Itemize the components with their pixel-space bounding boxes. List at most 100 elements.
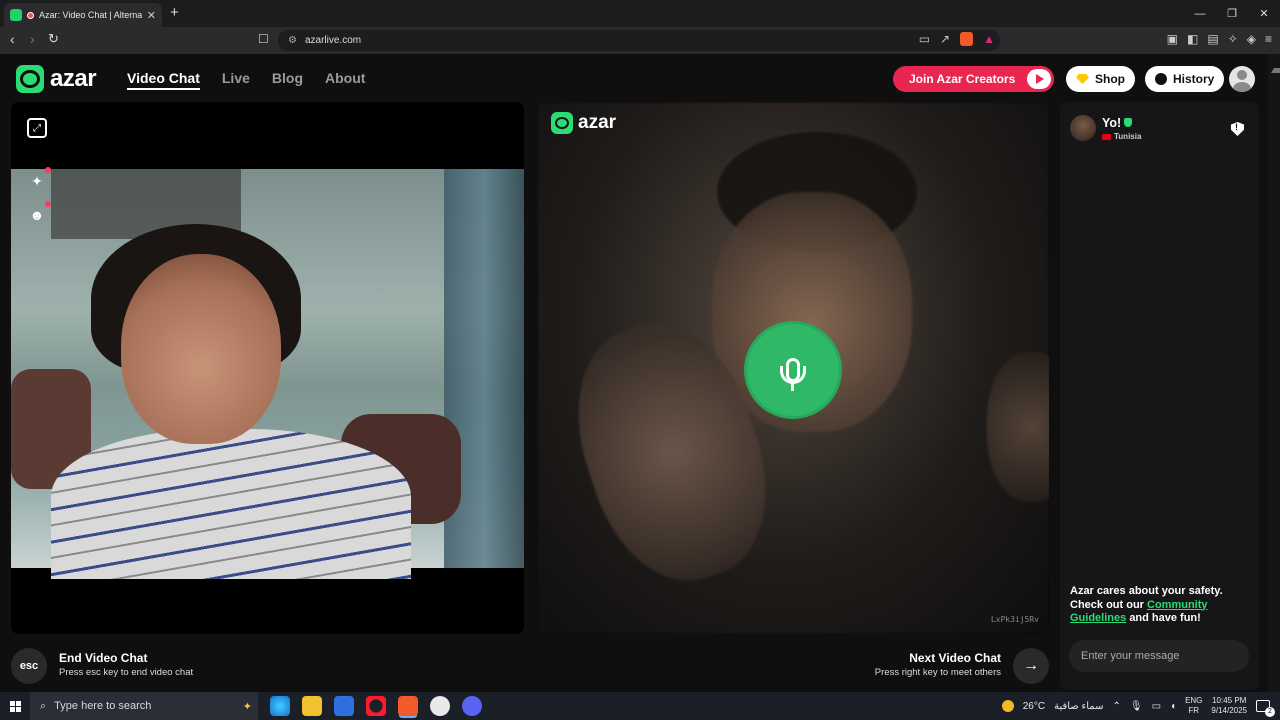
verified-badge-icon: [1124, 118, 1133, 127]
next-chat-title: Next Video Chat: [909, 651, 1001, 665]
report-shield-icon[interactable]: [1231, 122, 1244, 136]
local-camera-feed: [11, 169, 524, 579]
effects-sparkle-icon[interactable]: ✦: [26, 167, 51, 192]
cast-icon[interactable]: ▭: [919, 32, 930, 46]
end-chat-button[interactable]: esc: [11, 648, 47, 684]
nav-about[interactable]: About: [325, 70, 365, 90]
azar-page: azar Video Chat Live Blog About Join Aza…: [0, 54, 1280, 692]
tunisia-flag-icon: [1102, 133, 1111, 140]
azar-logo-text: azar: [50, 65, 97, 92]
menu-icon[interactable]: ≡: [1265, 32, 1272, 46]
chat-panel: Yo! Tunisia Azar cares about your safety…: [1060, 102, 1259, 690]
back-arrow-icon[interactable]: ‹: [10, 31, 15, 47]
weather-moon-icon: [1001, 700, 1014, 712]
language-indicator[interactable]: ENG FR: [1185, 696, 1202, 716]
peer-name-text: Yo!: [1102, 116, 1122, 130]
nav-blog[interactable]: Blog: [272, 70, 303, 90]
temperature: 26°C: [1022, 700, 1046, 712]
brave-rewards-icon[interactable]: ▲: [983, 32, 995, 46]
join-creators-label: Join Azar Creators: [909, 72, 1016, 86]
brave-shields-icon[interactable]: [960, 32, 974, 46]
taskbar-clock[interactable]: 10:45 PM 9/14/2025: [1211, 696, 1247, 716]
search-icon: ⌕: [40, 699, 47, 712]
azar-favicon-icon: [10, 9, 22, 21]
remote-azar-logo: azar: [551, 112, 616, 134]
windows-taskbar: ⌕ Type here to search ✦ 26°C سماء صافية …: [0, 692, 1280, 720]
browser-right-actions: ▣ ◧ ▤ ✧ ◈ ≡: [1167, 32, 1272, 46]
new-tab-button[interactable]: +: [170, 4, 179, 21]
sticker-face-icon[interactable]: ☻: [26, 201, 51, 226]
brave-taskbar-icon[interactable]: [398, 696, 418, 716]
azar-logo[interactable]: azar: [16, 65, 97, 93]
taskbar-search[interactable]: ⌕ Type here to search ✦: [30, 692, 258, 720]
shop-button[interactable]: Shop: [1066, 66, 1135, 92]
taskbar-apps: [270, 696, 482, 716]
site-info-icon[interactable]: ⚙: [288, 35, 297, 46]
chat-controls: esc End Video Chat Press esc key to end …: [0, 640, 1060, 690]
history-label: History: [1173, 72, 1215, 86]
network-icon[interactable]: ▭: [1152, 701, 1161, 712]
address-bar[interactable]: ⚙ azarlive.com: [278, 30, 1000, 51]
chevron-up-icon[interactable]: ⌃: [1112, 701, 1120, 712]
history-button[interactable]: History: [1145, 66, 1225, 92]
opera-icon[interactable]: [366, 696, 386, 716]
clock-icon: [1155, 73, 1167, 85]
leo-ai-icon[interactable]: ✧: [1228, 32, 1238, 46]
shop-label: Shop: [1095, 72, 1125, 86]
edge-icon[interactable]: [270, 696, 290, 716]
next-chat-button[interactable]: →: [1013, 648, 1049, 684]
azar-logo-icon: [16, 65, 44, 93]
taskbar-search-placeholder: Type here to search: [54, 700, 152, 712]
language-top: ENG: [1185, 696, 1203, 705]
discord-icon[interactable]: [462, 696, 482, 716]
peer-country: Tunisia: [1102, 132, 1141, 141]
page-scrollbar[interactable]: [1268, 54, 1280, 692]
peer-avatar[interactable]: [1070, 115, 1096, 141]
volume-icon[interactable]: ◖: [1170, 701, 1176, 712]
close-window-button[interactable]: ✕: [1248, 0, 1280, 27]
nav-video-chat[interactable]: Video Chat: [127, 70, 200, 90]
main-nav: Video Chat Live Blog About: [127, 70, 365, 90]
join-creators-button[interactable]: Join Azar Creators: [893, 66, 1054, 92]
safety-line-3: and have fun!: [1129, 612, 1201, 624]
peer-name: Yo!: [1102, 116, 1133, 130]
vpn-icon[interactable]: ◈: [1247, 32, 1256, 46]
next-chat-hint: Press right key to meet others: [874, 667, 1001, 678]
reload-icon[interactable]: ↻: [48, 31, 59, 47]
profile-avatar[interactable]: [1229, 66, 1255, 92]
forward-arrow-icon[interactable]: ›: [30, 31, 35, 47]
wallet-icon[interactable]: ▤: [1207, 32, 1218, 46]
browser-toolbar: ‹ › ↻ ☐ ⚙ azarlive.com ▭ ↗ ▲ ▣ ◧ ▤ ✧ ◈ ≡: [0, 27, 1280, 54]
microphone-tray-icon[interactable]: 🎙: [1130, 701, 1143, 712]
window-controls: — ❐ ✕: [1184, 0, 1280, 27]
clock-date: 9/14/2025: [1211, 706, 1247, 715]
share-icon[interactable]: ↗: [940, 32, 950, 46]
expand-icon[interactable]: ⤢: [27, 118, 47, 138]
notification-center-icon[interactable]: 2: [1256, 700, 1275, 717]
safety-line-2: Check out our: [1070, 598, 1144, 611]
store-icon[interactable]: [334, 696, 354, 716]
bookmark-icon[interactable]: ☐: [258, 32, 269, 46]
weather-text: سماء صافية: [1054, 700, 1104, 712]
system-tray: 26°C سماء صافية ⌃ 🎙 ▭ ◖ ENG FR 10:45 PM …: [1001, 692, 1280, 720]
extensions-icon[interactable]: ▣: [1167, 32, 1178, 46]
file-explorer-icon[interactable]: [302, 696, 322, 716]
start-button[interactable]: [0, 692, 30, 720]
maximize-button[interactable]: ❐: [1216, 0, 1248, 27]
peer-country-text: Tunisia: [1114, 132, 1142, 141]
chrome-icon[interactable]: [430, 696, 450, 716]
minimize-button[interactable]: —: [1184, 0, 1216, 27]
end-chat-hint: Press esc key to end video chat: [59, 667, 194, 678]
tab-close-icon[interactable]: ✕: [147, 9, 156, 22]
remote-video-panel: azar LxPk3ij5Rv: [537, 102, 1049, 634]
url-text: azarlive.com: [304, 35, 362, 46]
nav-live[interactable]: Live: [222, 70, 250, 90]
language-bottom: FR: [1188, 706, 1200, 715]
tab-title: Azar: Video Chat | Alternative: [39, 10, 142, 20]
message-input[interactable]: [1069, 640, 1249, 672]
notification-count: 2: [1265, 707, 1275, 717]
microphone-button[interactable]: [747, 324, 839, 416]
browser-tab[interactable]: Azar: Video Chat | Alternative ✕: [4, 3, 162, 27]
sidebar-icon[interactable]: ◧: [1187, 32, 1198, 46]
local-video-panel: ⤢ ✦ ☻: [11, 102, 524, 634]
